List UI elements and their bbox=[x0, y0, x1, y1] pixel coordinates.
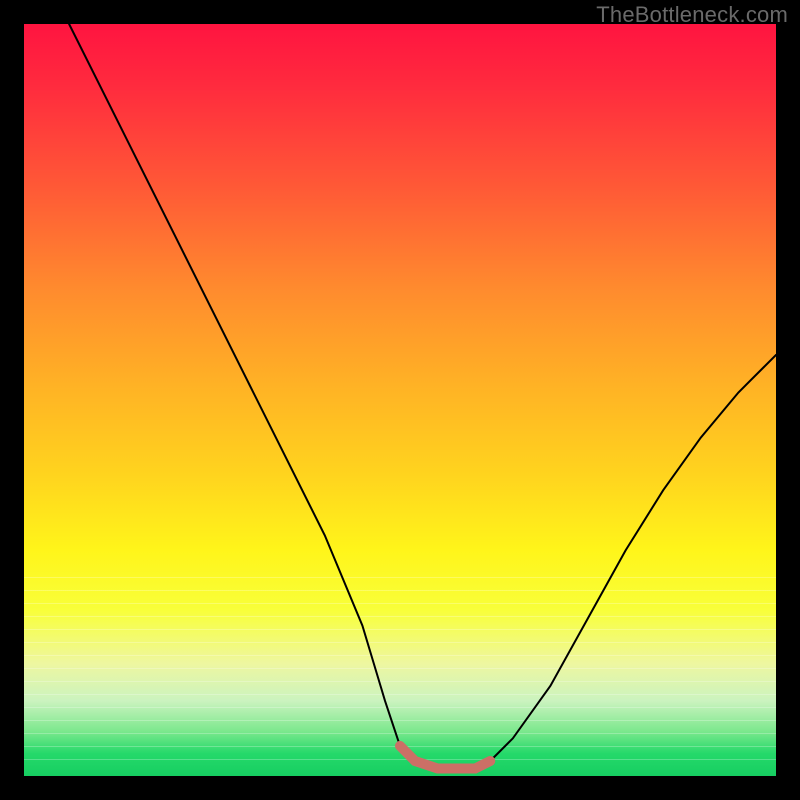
trough-highlight-path bbox=[400, 746, 490, 769]
bottleneck-curve-path bbox=[69, 24, 776, 769]
chart-frame: TheBottleneck.com bbox=[0, 0, 800, 800]
watermark-text: TheBottleneck.com bbox=[596, 2, 788, 28]
plot-area bbox=[24, 24, 776, 776]
bottleneck-curve-svg bbox=[24, 24, 776, 776]
